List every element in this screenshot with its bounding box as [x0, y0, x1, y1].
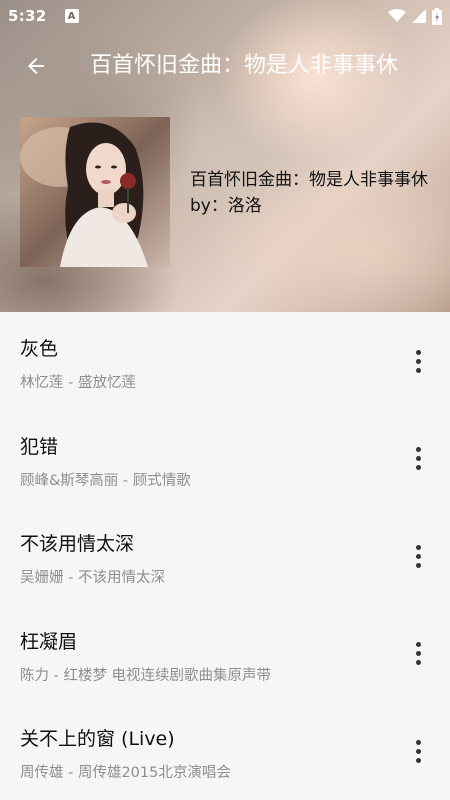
- playlist-author: by：洛洛: [190, 196, 262, 216]
- song-title: 关不上的窗 (Live): [20, 728, 175, 750]
- more-options-button[interactable]: [406, 444, 430, 474]
- song-artist-album: 林忆莲 - 盛放忆莲: [20, 375, 136, 391]
- playlist-cover-image[interactable]: [20, 117, 170, 267]
- status-time: 5:32: [8, 7, 47, 25]
- more-vertical-icon-dot: [415, 465, 421, 470]
- status-bar: 5:32 A: [0, 0, 450, 32]
- playlist-name: 百首怀旧金曲：物是人非事事休: [190, 170, 428, 190]
- song-title: 枉凝眉: [20, 630, 78, 653]
- back-button[interactable]: [8, 38, 64, 94]
- arrow-left-icon: [28, 58, 44, 74]
- more-vertical-icon-dot: [415, 447, 421, 452]
- song-title: 不该用情太深: [20, 533, 135, 555]
- more-vertical-icon-dot: [415, 562, 421, 568]
- more-vertical-icon-dot: [415, 660, 421, 665]
- playlist-info: 百首怀旧金曲：物是人非事事休 by：洛洛: [190, 168, 445, 218]
- more-vertical-icon-dot: [415, 349, 421, 355]
- playlist-header: 5:32 A 百首怀旧金曲：物是人非事事休 百首怀旧金曲：物是人非事事休 by：…: [0, 0, 450, 312]
- toolbar: 百首怀旧金曲：物是人非事事休: [0, 38, 450, 94]
- more-options-button[interactable]: [406, 736, 430, 766]
- song-list: 灰色 林忆莲 - 盛放忆莲 犯错 顾峰&斯琴高丽 - 顾式情歌 不该用情太深 吴…: [0, 312, 450, 800]
- more-options-button[interactable]: [406, 541, 430, 571]
- more-vertical-icon-dot: [415, 651, 421, 656]
- song-artist-album: 顾峰&斯琴高丽 - 顾式情歌: [20, 472, 191, 489]
- song-artist-album: 周传雄 - 周传雄2015北京演唱会: [20, 765, 231, 781]
- more-vertical-icon-dot: [415, 757, 421, 763]
- more-vertical-icon-dot: [415, 544, 421, 550]
- song-artist-album: 陈力 - 红楼梦 电视连续剧歌曲集原声带: [20, 667, 272, 684]
- more-vertical-icon-dot: [415, 739, 421, 745]
- song-item[interactable]: 灰色 林忆莲 - 盛放忆莲: [0, 312, 450, 410]
- song-item[interactable]: 关不上的窗 (Live) 周传雄 - 周传雄2015北京演唱会: [0, 702, 450, 800]
- cover-illustration: [20, 117, 170, 267]
- battery-charging-icon: [432, 7, 442, 25]
- song-title: 犯错: [20, 435, 59, 458]
- more-vertical-icon-dot: [415, 642, 421, 647]
- song-artist-album: 吴姗姗 - 不该用情太深: [20, 570, 165, 586]
- more-options-button[interactable]: [406, 639, 430, 669]
- signal-icon: [412, 9, 426, 23]
- status-icons: [388, 7, 442, 25]
- wifi-icon: [388, 9, 406, 22]
- more-vertical-icon-dot: [415, 553, 421, 559]
- toolbar-title: 百首怀旧金曲：物是人非事事休: [90, 53, 399, 78]
- more-vertical-icon-dot: [415, 456, 421, 461]
- more-vertical-icon-dot: [415, 358, 421, 364]
- more-options-button[interactable]: [406, 346, 430, 376]
- more-vertical-icon-dot: [415, 748, 421, 754]
- notification-a-icon: A: [64, 9, 79, 23]
- more-vertical-icon-dot: [415, 367, 421, 373]
- song-item[interactable]: 犯错 顾峰&斯琴高丽 - 顾式情歌: [0, 410, 450, 508]
- song-title: 灰色: [20, 338, 59, 360]
- song-item[interactable]: 枉凝眉 陈力 - 红楼梦 电视连续剧歌曲集原声带: [0, 605, 450, 703]
- song-item[interactable]: 不该用情太深 吴姗姗 - 不该用情太深: [0, 507, 450, 605]
